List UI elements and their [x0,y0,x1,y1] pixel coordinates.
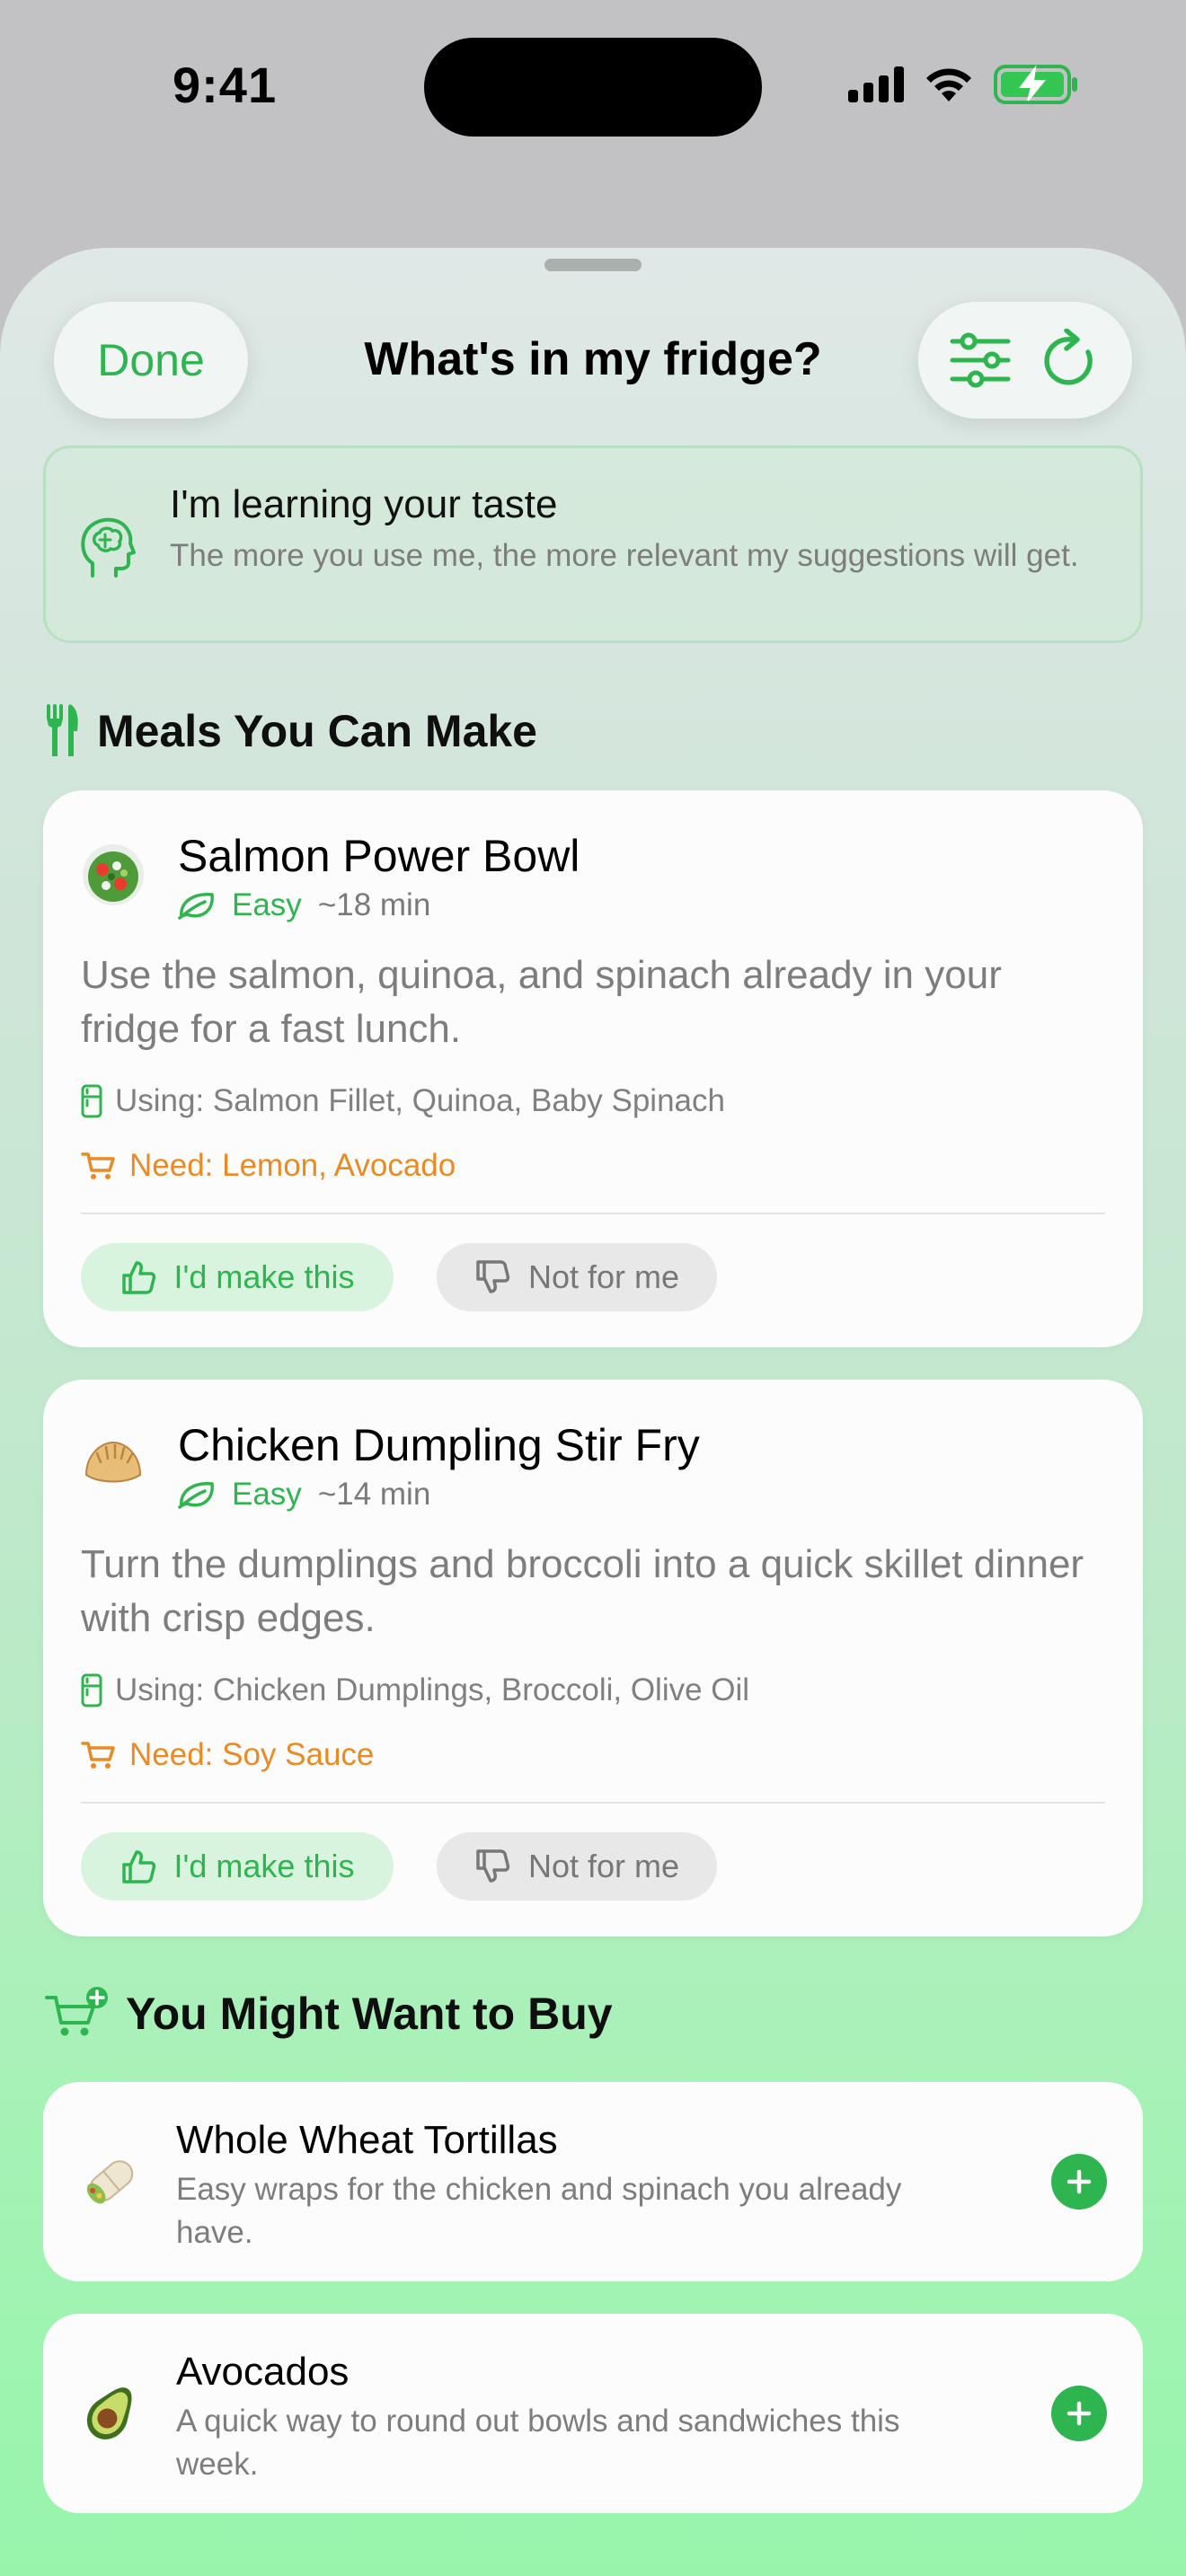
sheet-grabber[interactable] [544,259,642,271]
plus-icon [1067,2401,1092,2426]
add-to-list-button[interactable] [1051,2154,1107,2210]
meal-using-text: Using: Salmon Fillet, Quinoa, Baby Spina… [115,1083,725,1118]
buy-section-title: You Might Want to Buy [126,1989,613,2039]
buy-item-description: Easy wraps for the chicken and spinach y… [176,2172,902,2250]
status-bar: 9:41 [0,0,1186,180]
cellular-signal-icon [848,66,904,102]
like-button[interactable]: I'd make this [81,1832,394,1901]
divider [81,1802,1105,1804]
buy-item[interactable]: Whole Wheat Tortillas Easy wraps for the… [43,2082,1143,2281]
meal-using: Using: Chicken Dumplings, Broccoli, Oliv… [81,1672,749,1708]
add-to-list-button[interactable] [1051,2386,1107,2441]
toolbar-pill [918,302,1132,419]
meal-time: ~18 min [317,887,431,922]
dislike-button[interactable]: Not for me [437,1832,717,1901]
meal-description: Turn the dumplings and broccoli into a q… [81,1542,1084,1640]
meal-using: Using: Salmon Fillet, Quinoa, Baby Spina… [81,1083,725,1119]
buy-item-name: Whole Wheat Tortillas [176,2118,558,2162]
dumpling-icon [84,1441,142,1483]
meal-name: Chicken Dumpling Stir Fry [178,1420,700,1470]
buy-section-header: You Might Want to Buy [45,1987,613,2041]
meal-difficulty: Easy [232,887,302,922]
status-time: 9:41 [173,57,278,113]
meals-section-title: Meals You Can Make [97,706,537,756]
like-button[interactable]: I'd make this [81,1243,394,1311]
status-icons [848,63,1080,106]
salad-bowl-icon [83,844,144,905]
cart-icon [81,1152,115,1179]
plus-icon [1067,2169,1092,2194]
battery-charging-icon [994,65,1077,104]
wifi-icon [926,68,971,101]
buy-item-description: A quick way to round out bowls and sandw… [176,2404,900,2482]
meal-card[interactable]: Chicken Dumpling Stir Fry Easy ~14 min T… [43,1380,1143,1936]
learning-banner: I'm learning your taste The more you use… [43,446,1143,643]
cart-add-icon [45,1987,108,2036]
dynamic-island [424,38,762,137]
dislike-label: Not for me [527,1258,680,1295]
meal-using-text: Using: Chicken Dumplings, Broccoli, Oliv… [115,1672,750,1707]
meal-name: Salmon Power Bowl [178,831,580,881]
buy-item[interactable]: Avocados A quick way to round out bowls … [43,2314,1143,2513]
fridge-icon [81,1673,102,1707]
meal-description: Use the salmon, quinoa, and spinach alre… [81,953,1002,1051]
thumbs-up-icon [121,1850,155,1883]
meal-need: Need: Lemon, Avocado [81,1148,456,1184]
brain-head-icon [81,517,136,578]
fork-knife-icon [47,704,78,756]
filter-sliders-icon[interactable] [940,320,1021,401]
meal-time: ~14 min [317,1477,431,1512]
dislike-label: Not for me [527,1848,680,1884]
learning-title: I'm learning your taste [170,482,558,526]
meal-meta: Easy ~18 min [178,887,430,923]
learning-subtitle: The more you use me, the more relevant m… [170,538,1079,573]
meals-section-header: Meals You Can Make [45,704,537,758]
meal-need-text: Need: Lemon, Avocado [129,1148,456,1183]
like-label: I'd make this [173,1258,355,1295]
refresh-icon[interactable] [1031,320,1111,401]
thumbs-down-icon [476,1260,510,1293]
meal-need: Need: Soy Sauce [81,1737,374,1773]
leaf-icon [178,1482,214,1509]
thumbs-up-icon [121,1261,155,1294]
leaf-icon [178,893,214,920]
burrito-icon [86,2160,134,2204]
meal-need-text: Need: Soy Sauce [129,1737,375,1772]
fridge-sheet: Done What's in my fridge? I'm learning y… [0,248,1186,2576]
avocado-icon [87,2387,132,2439]
divider [81,1213,1105,1214]
fridge-icon [81,1084,102,1118]
thumbs-down-icon [476,1849,510,1883]
meal-difficulty: Easy [232,1477,302,1512]
meal-meta: Easy ~14 min [178,1477,430,1513]
buy-item-name: Avocados [176,2350,350,2394]
cart-icon [81,1742,115,1769]
like-label: I'd make this [173,1848,355,1884]
dislike-button[interactable]: Not for me [437,1243,717,1311]
meal-card[interactable]: Salmon Power Bowl Easy ~18 min Use the s… [43,790,1143,1347]
